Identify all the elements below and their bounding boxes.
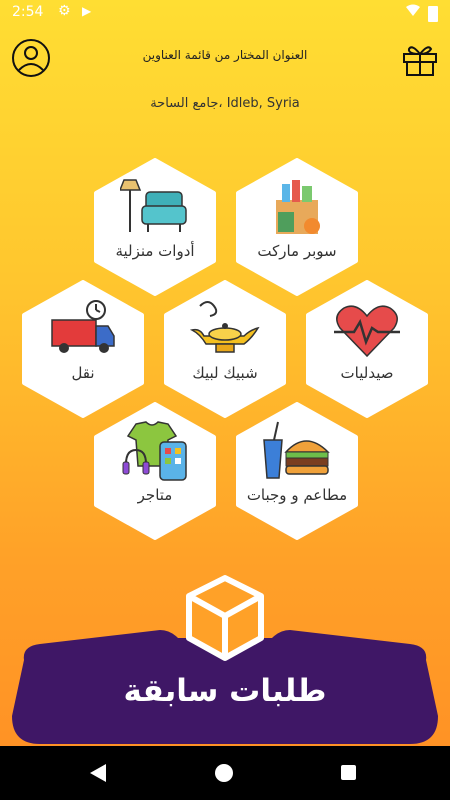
- category-stores[interactable]: متاجر: [86, 402, 224, 540]
- wifi-icon: [406, 4, 420, 20]
- battery-icon: [428, 6, 438, 22]
- heart-pulse-icon: [334, 305, 400, 358]
- category-pharmacies[interactable]: صيدليات: [298, 280, 436, 418]
- burger-drink-icon: [263, 421, 330, 479]
- category-transport[interactable]: نقل: [14, 280, 152, 418]
- category-restaurants[interactable]: مطاعم و وجبات: [228, 402, 366, 540]
- category-label: سوبر ماركت: [257, 242, 337, 260]
- category-label: نقل: [71, 364, 95, 382]
- category-shubbeik-lubbeik[interactable]: شبيك لبيك: [156, 280, 294, 418]
- magic-lamp-icon: [190, 301, 260, 353]
- delivery-truck-icon: [51, 300, 115, 353]
- category-supermarket[interactable]: سوبر ماركت: [228, 158, 366, 296]
- back-icon[interactable]: [90, 764, 106, 786]
- recent-apps-icon[interactable]: [341, 765, 356, 780]
- user-avatar-icon[interactable]: [11, 38, 51, 78]
- grocery-bag-icon: [276, 180, 320, 234]
- status-bar: 2:54 ⚙ ▶: [0, 0, 450, 26]
- clothes-phone-icon: [122, 421, 187, 481]
- status-time: 2:54: [12, 4, 44, 20]
- box-icon: [185, 574, 265, 664]
- previous-orders-label: طلبات سابقة: [123, 673, 327, 709]
- selected-address[interactable]: جامع الساحة، Idleb, Syria: [70, 96, 380, 111]
- home-icon[interactable]: [215, 764, 233, 782]
- category-label: متاجر: [137, 486, 173, 504]
- category-label: شبيك لبيك: [192, 364, 258, 382]
- category-label: مطاعم و وجبات: [246, 486, 348, 504]
- category-label: صيدليات: [340, 364, 394, 382]
- play-store-icon: ▶: [82, 4, 92, 18]
- furniture-icon: [120, 179, 187, 232]
- gear-icon: ⚙: [58, 3, 71, 19]
- category-home-tools[interactable]: أدوات منزلية: [86, 158, 224, 296]
- address-title: العنوان المختار من قائمة العناوين: [142, 48, 308, 62]
- category-label: أدوات منزلية: [115, 242, 195, 260]
- gift-icon[interactable]: [400, 38, 440, 78]
